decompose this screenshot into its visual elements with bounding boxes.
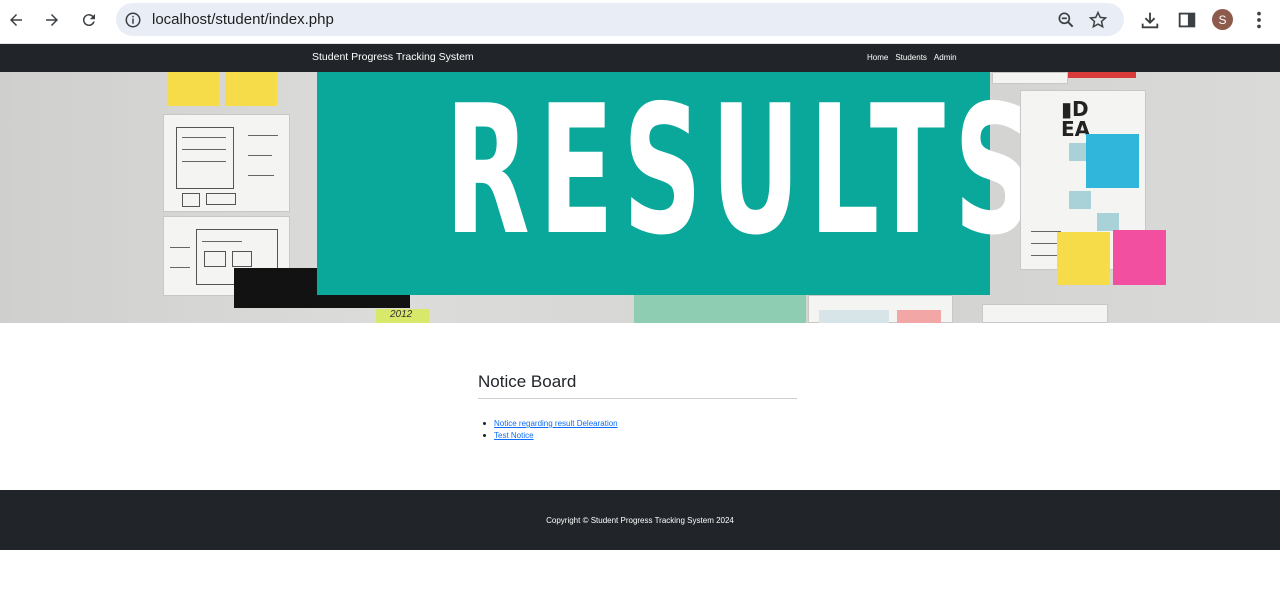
nav-home-link[interactable]: Home bbox=[867, 53, 888, 62]
blue-sticky-note bbox=[1086, 134, 1139, 188]
star-icon[interactable] bbox=[1088, 10, 1108, 30]
divider bbox=[478, 398, 797, 399]
wireframe-sketch bbox=[163, 114, 290, 212]
green-paper bbox=[634, 295, 806, 323]
yellow-sticky-note bbox=[167, 72, 219, 106]
zoom-icon[interactable] bbox=[1056, 10, 1076, 30]
hero-banner: RESULTS 2012 ▮D EA bbox=[0, 72, 1280, 323]
menu-dots-icon[interactable] bbox=[1248, 9, 1270, 31]
url-text[interactable]: localhost/student/index.php bbox=[152, 11, 334, 28]
download-icon[interactable] bbox=[1139, 9, 1161, 31]
paper-strip bbox=[982, 304, 1108, 323]
notice-list: Notice regarding result Delearation Test… bbox=[483, 418, 618, 442]
side-panel-icon[interactable] bbox=[1176, 9, 1198, 31]
list-item: Notice regarding result Delearation bbox=[483, 418, 618, 430]
notice-link[interactable]: Notice regarding result Delearation bbox=[494, 419, 618, 428]
notice-board-title: Notice Board bbox=[478, 372, 577, 391]
info-icon[interactable] bbox=[124, 11, 142, 29]
design-paper bbox=[808, 295, 953, 323]
forward-icon[interactable] bbox=[39, 7, 65, 33]
list-item: Test Notice bbox=[483, 430, 618, 442]
yellow-sticky-note bbox=[1057, 232, 1110, 285]
year-tag: 2012 bbox=[376, 309, 429, 323]
avatar[interactable]: S bbox=[1212, 9, 1233, 30]
site-footer: Copyright © Student Progress Tracking Sy… bbox=[0, 490, 1280, 550]
address-bar[interactable]: localhost/student/index.php bbox=[116, 3, 1124, 36]
paper-strip bbox=[992, 72, 1068, 84]
reload-icon[interactable] bbox=[76, 7, 102, 33]
copyright-text: Copyright © Student Progress Tracking Sy… bbox=[546, 516, 734, 525]
pink-sticky-note bbox=[1113, 230, 1166, 285]
red-sticky-note bbox=[1068, 72, 1136, 78]
notice-link[interactable]: Test Notice bbox=[494, 431, 534, 440]
brand-link[interactable]: Student Progress Tracking System bbox=[312, 51, 474, 63]
browser-toolbar: localhost/student/index.php S bbox=[0, 0, 1280, 44]
nav-students-link[interactable]: Students bbox=[895, 53, 927, 62]
yellow-sticky-note bbox=[225, 72, 277, 106]
nav-admin-link[interactable]: Admin bbox=[934, 53, 957, 62]
site-navbar: Student Progress Tracking System Home St… bbox=[0, 44, 1280, 72]
nav-links: Home Students Admin bbox=[867, 53, 957, 62]
back-icon[interactable] bbox=[3, 7, 29, 33]
results-banner-text: RESULTS bbox=[444, 72, 1042, 274]
